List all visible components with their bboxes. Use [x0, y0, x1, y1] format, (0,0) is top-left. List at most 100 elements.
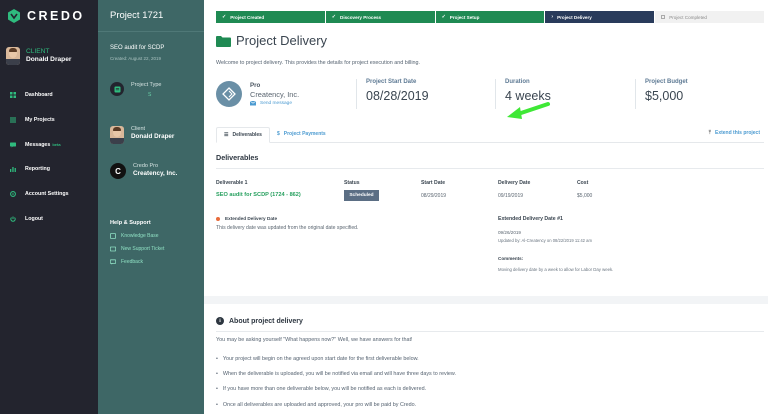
- project-panel: Project 1721 SEO audit for SCDP Created:…: [98, 0, 204, 414]
- divider: [216, 331, 764, 332]
- book-icon: [110, 233, 116, 240]
- stat-value: 08/28/2019: [366, 89, 429, 103]
- section-divider: [204, 296, 768, 304]
- deliverable-link[interactable]: SEO audit for SCDP (1724 - 862): [216, 192, 301, 198]
- arrow-right-icon: ›: [551, 14, 554, 20]
- reporting-icon: [10, 166, 16, 173]
- pro-card: Pro Creatency, Inc. Send message: [216, 78, 348, 110]
- project-type: Project Type S: [110, 82, 161, 98]
- extended-delivery-label: Extended Delivery Date: [216, 216, 277, 221]
- nav-item-reporting[interactable]: Reporting: [10, 157, 69, 182]
- client-avatar: [110, 126, 124, 144]
- step-label: Project Created: [230, 14, 265, 20]
- extended-delivery-title: Extended Delivery Date #1: [498, 216, 563, 222]
- about-intro: You may be asking yourself "What happens…: [216, 337, 413, 343]
- stat-label: Duration: [505, 79, 530, 85]
- user-name: Donald Draper: [26, 56, 72, 63]
- step-discovery-process: ✓ Discovery Process: [325, 11, 435, 23]
- nav-item-label: Account Settings: [25, 191, 69, 198]
- tab-bar: ☰ Deliverables $ Project Payments: [216, 127, 764, 143]
- page-intro: Welcome to project delivery. This provid…: [216, 60, 421, 66]
- nav-item-dashboard[interactable]: Dashboard: [10, 83, 69, 108]
- step-label: Project Delivery: [557, 14, 592, 20]
- project-type-label: Project Type: [131, 82, 162, 88]
- ticket-icon: [110, 246, 116, 252]
- project-created-date: Created: August 22, 2019: [110, 56, 162, 61]
- pro-logo-icon[interactable]: [216, 81, 242, 107]
- send-message-label: Send message: [260, 101, 292, 106]
- extended-delivery-updated: Updated by: Al-Creatency on 08/22/2019 1…: [498, 238, 592, 243]
- nav-menu: Dashboard My Projects Messages beta Repor…: [10, 83, 69, 231]
- nav-item-label: My Projects: [25, 117, 55, 124]
- pro-label: Credo Pro: [133, 163, 159, 169]
- check-icon: ✓: [222, 14, 227, 20]
- pro-label: Pro: [250, 82, 261, 89]
- column-header: Start Date: [421, 180, 446, 186]
- nav-item-logout[interactable]: Logout: [10, 206, 69, 231]
- step-label: Project Completed: [669, 14, 707, 20]
- project-type-icon: [110, 82, 124, 96]
- divider: [216, 168, 764, 169]
- stat-label: Project Budget: [645, 79, 688, 85]
- stat-label: Project Start Date: [366, 79, 417, 85]
- pro-name: Creatency, Inc.: [133, 170, 178, 177]
- help-links: Knowledge Base New Support Ticket Feedba…: [110, 230, 164, 268]
- nav-user-profile[interactable]: CLIENT Donald Draper: [6, 47, 71, 65]
- step-label: Project Setup: [449, 14, 480, 20]
- client-label: Client: [131, 126, 146, 132]
- stat-budget: Project Budget $5,000: [635, 79, 688, 109]
- stat-start-date: Project Start Date 08/28/2019: [356, 79, 429, 109]
- cost-cell: $5,000: [577, 193, 593, 199]
- help-link-label: New Support Ticket: [121, 246, 165, 253]
- step-project-completed: Project Completed: [655, 11, 764, 23]
- pro-name: Creatency, Inc.: [250, 90, 300, 99]
- empty-box-icon: [661, 15, 666, 19]
- extended-delivery-date: 09/26/2019: [498, 230, 521, 235]
- tab-project-payments[interactable]: $ Project Payments: [270, 126, 333, 142]
- nav-item-label: Dashboard: [25, 92, 53, 99]
- alert-dot-icon: [216, 216, 220, 221]
- extended-delivery-note: This delivery date was updated from the …: [216, 225, 359, 231]
- info-icon: i: [216, 317, 224, 325]
- project-client[interactable]: Client Donald Draper: [110, 126, 174, 144]
- send-message-link[interactable]: Send message: [250, 101, 299, 106]
- stat-value: $5,000: [645, 89, 684, 103]
- credo-logo[interactable]: CREDO: [6, 8, 85, 24]
- project-name: SEO audit for SCDP: [110, 45, 165, 51]
- help-link-label: Knowledge Base: [121, 233, 159, 240]
- step-project-setup: ✓ Project Setup: [435, 11, 545, 23]
- logout-icon: [10, 216, 16, 222]
- list-icon: ☰: [224, 132, 229, 138]
- tab-deliverables[interactable]: ☰ Deliverables: [216, 127, 270, 143]
- avatar: [6, 47, 20, 65]
- project-pro[interactable]: C Credo Pro Creatency, Inc.: [110, 163, 177, 179]
- nav-item-messages[interactable]: Messages beta: [10, 132, 69, 157]
- column-header: Status: [344, 180, 360, 186]
- check-icon: ✓: [441, 14, 446, 20]
- column-header: Cost: [577, 180, 589, 186]
- beta-badge: beta: [52, 142, 61, 148]
- credo-logo-icon: [8, 9, 20, 23]
- about-title-text: About project delivery: [229, 317, 303, 325]
- project-type-value: S: [148, 92, 152, 98]
- extended-label-text: Extended Delivery Date: [225, 216, 278, 221]
- upload-icon: ⤒: [708, 130, 711, 136]
- help-link-support-ticket[interactable]: New Support Ticket: [110, 243, 164, 256]
- nav-item-account-settings[interactable]: Account Settings: [10, 182, 69, 207]
- about-title: i About project delivery: [216, 317, 303, 325]
- nav-item-my-projects[interactable]: My Projects: [10, 108, 69, 133]
- tab-label: Deliverables: [232, 132, 262, 138]
- stat-duration: Duration 4 weeks: [495, 79, 551, 109]
- help-link-label: Feedback: [121, 258, 143, 265]
- stat-value: 4 weeks: [505, 89, 551, 103]
- list-item: Your project will begin on the agreed up…: [216, 351, 456, 366]
- comments-label: Comments:: [498, 256, 524, 261]
- help-link-knowledge-base[interactable]: Knowledge Base: [110, 230, 164, 243]
- envelope-icon: [250, 101, 256, 106]
- step-project-created: ✓ Project Created: [216, 11, 325, 23]
- extend-project-link[interactable]: ⤒ Extend this project: [709, 130, 760, 136]
- extend-project-label: Extend this project: [714, 130, 760, 136]
- status-badge: Scheduled: [344, 190, 379, 201]
- help-link-feedback[interactable]: Feedback: [110, 255, 164, 268]
- list-item: When the deliverable is uploaded, you wi…: [216, 366, 456, 381]
